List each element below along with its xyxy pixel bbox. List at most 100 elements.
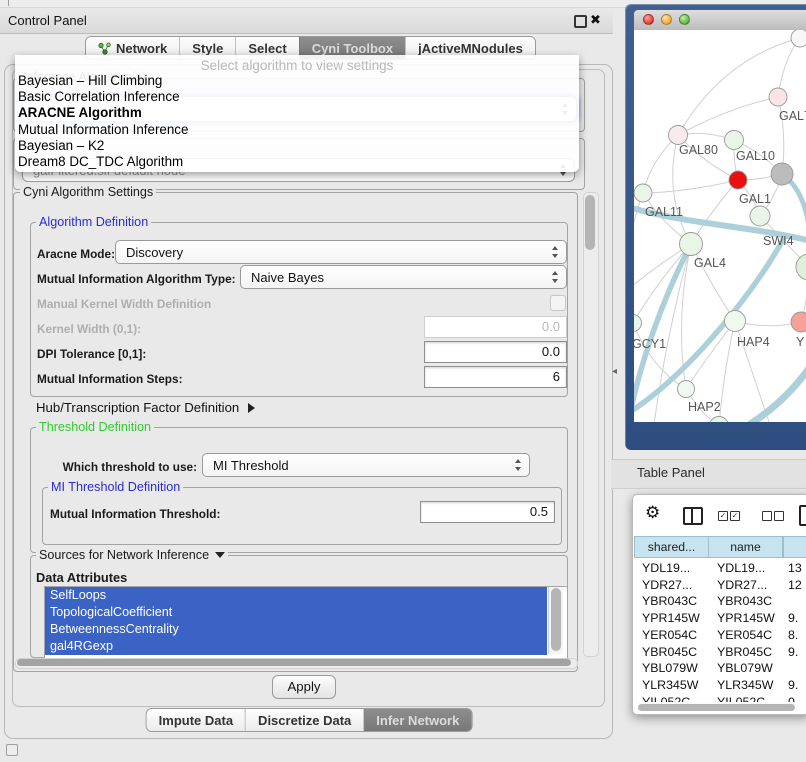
tab-discretize-data[interactable]: Discretize Data [245, 709, 363, 731]
node-label: GAL1 [739, 192, 771, 206]
dropdown-item-aracne-algorithm[interactable]: ARACNE Algorithm [15, 105, 579, 121]
network-edge[interactable] [719, 321, 735, 422]
network-edge-thick[interactable] [725, 356, 806, 422]
minimize-traffic-light[interactable] [661, 14, 672, 25]
table-cell: 13 [788, 560, 802, 577]
network-canvas[interactable]: GAL7GAL80GAL10GAL1GAL11SWI4GAL4HAP4YGCY1… [634, 30, 806, 422]
tab-impute-data[interactable]: Impute Data [147, 709, 245, 731]
deselect-all-checkbox-icon[interactable] [774, 511, 784, 521]
splitter-collapse-icon[interactable]: ◂ [612, 366, 617, 377]
attribute-item-selfloops[interactable]: SelfLoops [45, 587, 547, 604]
network-node[interactable] [771, 163, 793, 185]
column-header-partial[interactable] [783, 536, 806, 558]
network-edge[interactable] [678, 97, 778, 135]
apply-button[interactable]: Apply [272, 675, 336, 699]
dropdown-item-basic-correlation-inference[interactable]: Basic Correlation Inference [15, 89, 579, 105]
table-row[interactable]: YPR145WYPR145W9. [634, 610, 806, 627]
deselect-all-checkbox-icon[interactable] [762, 511, 772, 521]
node-label: GAL80 [679, 143, 718, 157]
table-cell: YER054C [717, 627, 772, 644]
float-window-icon[interactable] [574, 15, 587, 28]
table-cell: YIL052C [717, 694, 765, 702]
network-window-titlebar[interactable] [634, 10, 806, 31]
table-cell: YDR27... [717, 577, 767, 594]
table-cell: 9. [788, 610, 798, 627]
combo-arrows-icon [552, 246, 559, 258]
network-node-gal1[interactable] [729, 171, 747, 189]
kernel-width-input[interactable]: 0.0 [424, 316, 567, 338]
dropdown-item-mutual-information-inference[interactable]: Mutual Information Inference [15, 122, 579, 138]
network-node-gcy1[interactable] [634, 315, 642, 332]
network-node[interactable] [791, 30, 806, 47]
mi-threshold-input[interactable]: 0.5 [420, 501, 555, 523]
aracne-mode-combo[interactable]: Discovery [115, 240, 567, 264]
dropdown-list: Bayesian – Hill ClimbingBasic Correlatio… [15, 73, 579, 170]
network-node[interactable] [796, 254, 806, 280]
network-node-y[interactable] [791, 312, 806, 332]
dropdown-item-bayesian-hill-climbing[interactable]: Bayesian – Hill Climbing [15, 73, 579, 89]
attribute-item-topologicalcoefficient[interactable]: TopologicalCoefficient [45, 604, 547, 621]
table-row[interactable]: YIL052CYIL052C0. [634, 694, 806, 702]
settings-horizontal-scrollbar[interactable] [15, 658, 578, 669]
network-edge-thick[interactable] [782, 174, 806, 267]
dpi-tolerance-input[interactable]: 0.0 [424, 341, 567, 363]
table-cell: 9. [788, 644, 798, 661]
table-row[interactable]: YBL079WYBL079W [634, 660, 806, 677]
close-icon[interactable]: ✖ [590, 8, 601, 33]
network-edge[interactable] [643, 180, 738, 193]
table-cell: YER054C [642, 627, 697, 644]
settings-horizontal-scrollbar-thumb[interactable] [17, 659, 571, 666]
manual-kernel-checkbox[interactable] [550, 295, 566, 311]
network-node-hap4[interactable] [725, 311, 746, 332]
network-node[interactable] [710, 417, 729, 423]
table-row[interactable]: YER054C YER054C 8. [634, 627, 806, 644]
attributes-scrollbar-thumb[interactable] [551, 588, 561, 651]
network-node-gal7[interactable] [769, 88, 787, 106]
network-node-gal80[interactable] [669, 126, 688, 145]
table-row[interactable]: YLR345WYLR345W9. [634, 677, 806, 694]
node-label: HAP4 [737, 335, 770, 349]
which-threshold-combo[interactable]: MI Threshold [202, 453, 530, 477]
hub-definition-toggle[interactable]: Hub/Transcription Factor Definition [36, 400, 255, 415]
network-node-swi4[interactable] [750, 206, 770, 226]
network-node-gal10[interactable] [725, 131, 744, 150]
dropdown-item-dream8-dc-tdc-algorithm[interactable]: Dream8 DC_TDC Algorithm [15, 154, 579, 170]
table-row[interactable]: YDL19...YDL19...13 [634, 560, 806, 577]
sources-title[interactable]: Sources for Network Inference [36, 549, 228, 562]
select-all-checkbox-icon[interactable]: ✓ [718, 511, 728, 521]
dropdown-item-bayesian-k2[interactable]: Bayesian – K2 [15, 138, 579, 154]
table-row[interactable]: YBR045CYBR045C9. [634, 644, 806, 661]
columns-icon[interactable] [683, 507, 703, 525]
network-edge[interactable] [634, 193, 643, 260]
attribute-item-betweennesscentrality[interactable]: BetweennessCentrality [45, 621, 547, 638]
select-all-checkbox-icon[interactable]: ✓ [730, 511, 740, 521]
settings-vertical-scrollbar-thumb[interactable] [585, 195, 595, 250]
table-cell: 8. [788, 627, 798, 644]
table-cell: YBR043C [717, 593, 772, 610]
attribute-item-gal4rgexp[interactable]: gal4RGexp [45, 638, 547, 655]
network-edge[interactable] [634, 323, 686, 389]
table-horizontal-scrollbar[interactable] [637, 703, 800, 711]
close-traffic-light[interactable] [643, 14, 654, 25]
sources-title-text: Sources for Network Inference [39, 548, 209, 562]
mi-type-combo[interactable]: Naive Bayes [240, 265, 567, 289]
settings-vertical-scrollbar[interactable] [583, 192, 599, 657]
kernel-width-label: Kernel Width (0,1): [37, 322, 141, 336]
column-header-shared[interactable]: shared... [634, 536, 709, 558]
network-node-gal4[interactable] [680, 233, 703, 256]
attributes-scrollbar[interactable] [548, 587, 563, 654]
gear-icon[interactable]: ⚙ [645, 504, 660, 523]
network-node-gal11[interactable] [634, 184, 652, 202]
table-function-icon[interactable] [799, 505, 806, 526]
table-row[interactable]: YDR27...YDR27...12 [634, 577, 806, 594]
zoom-traffic-light[interactable] [679, 14, 690, 25]
tab-infer-network[interactable]: Infer Network [363, 709, 471, 731]
column-header-name[interactable]: name [708, 536, 783, 558]
dpi-tolerance-label: DPI Tolerance [0,1]: [37, 347, 146, 361]
table-horizontal-scrollbar-thumb[interactable] [638, 704, 795, 711]
network-node-hap2[interactable] [678, 381, 695, 398]
mi-steps-input[interactable]: 6 [424, 366, 567, 388]
data-attributes-list[interactable]: SelfLoopsTopologicalCoefficientBetweenne… [44, 586, 568, 659]
table-row[interactable]: YBR043CYBR043C [634, 593, 806, 610]
window-restore-icon[interactable] [6, 744, 18, 756]
